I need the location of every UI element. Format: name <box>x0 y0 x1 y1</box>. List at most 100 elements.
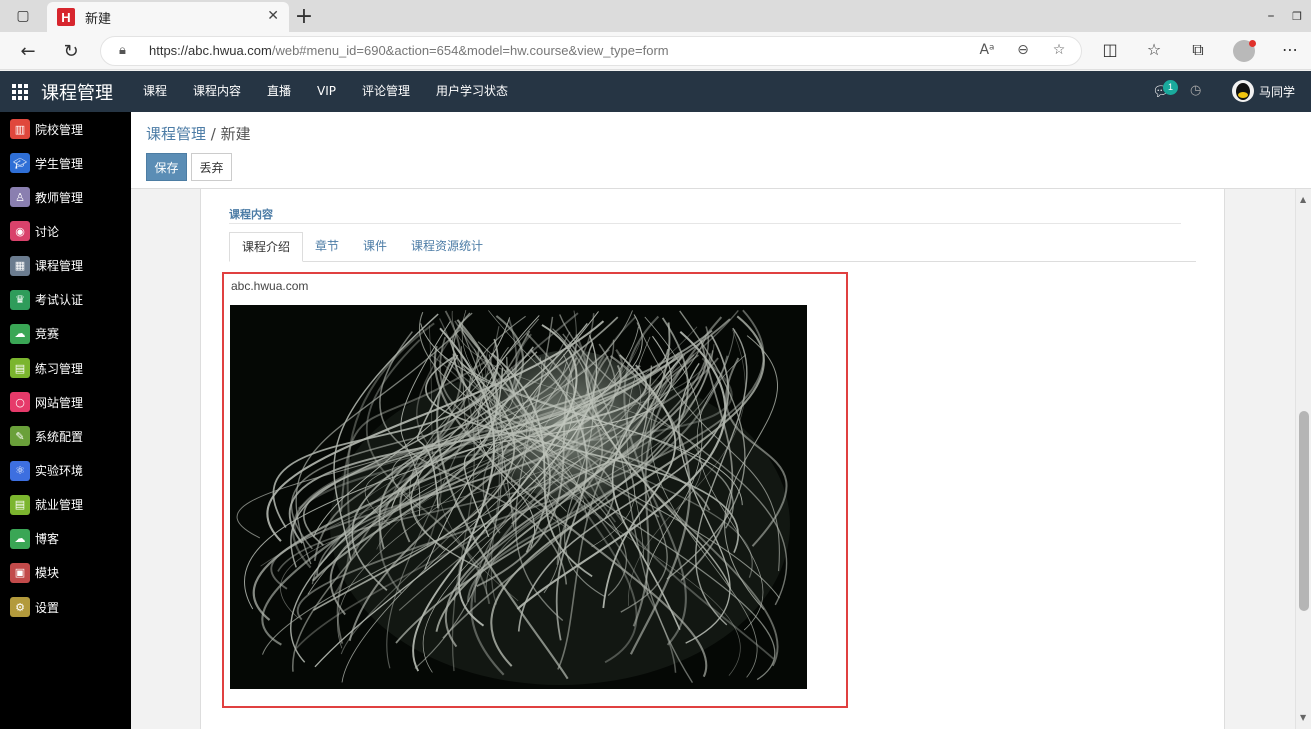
browser-tab[interactable]: H 新建 ✕ <box>47 2 289 32</box>
close-tab-icon[interactable]: ✕ <box>267 8 279 24</box>
sidebar-item[interactable]: ◉ 讨论 <box>0 216 131 246</box>
sidebar-item-label: 网站管理 <box>35 395 84 410</box>
add-favorite-icon[interactable]: ☆ <box>1049 42 1069 58</box>
content-caption: abc.hwua.com <box>231 279 309 293</box>
top-menu-item[interactable]: 直播 <box>254 71 304 112</box>
sidebar-item[interactable]: ⚛ 实验环境 <box>0 456 131 486</box>
breadcrumb-separator: / <box>206 125 221 143</box>
lock-icon[interactable]: 🔒︎ <box>119 43 126 58</box>
sidebar: ▥ 院校管理 🎓︎ 学生管理 ♙ 教师管理 ◉ 讨论 ▦ 课程管理 ♛ 考试认证 ☁ 竞赛 ▤ 练习管理 ○ 网站… <box>0 112 131 729</box>
url-host: https://abc.hwua.com <box>149 43 272 58</box>
save-button[interactable]: 保存 <box>146 153 187 181</box>
sidebar-item-label: 学生管理 <box>35 156 84 171</box>
teacher-icon: ♙ <box>10 187 30 208</box>
sidebar-item[interactable]: ▣ 模块 <box>0 558 131 588</box>
cloud-icon: ☁ <box>10 323 30 344</box>
breadcrumb-current: 新建 <box>220 125 251 143</box>
sidebar-item[interactable]: ▦ 课程管理 <box>0 251 131 281</box>
app-brand[interactable]: 课程管理 <box>41 79 113 105</box>
app-top-nav: 课程管理 课程 课程内容 直播 VIP 评论管理 用户学习状态 💬︎ 1 ◷ 马… <box>0 71 1311 112</box>
refresh-icon[interactable]: ↻ <box>59 39 83 63</box>
sidebar-item[interactable]: ▤ 练习管理 <box>0 353 131 383</box>
top-menu-item[interactable]: 评论管理 <box>349 71 423 112</box>
group-divider <box>229 223 1181 224</box>
top-menu-item[interactable]: 用户学习状态 <box>423 71 521 112</box>
profile-status-dot <box>1249 40 1256 47</box>
browser-tab-strip: ▢ H 新建 ✕ + – ❐ <box>0 0 1311 32</box>
scroll-up-icon[interactable]: ▲ <box>1300 195 1306 204</box>
sidebar-item[interactable]: ♛ 考试认证 <box>0 285 131 315</box>
top-menu: 课程 课程内容 直播 VIP 评论管理 用户学习状态 <box>130 71 521 112</box>
notebook-tabs: 课程介绍 章节 课件 课程资源统计 <box>229 232 1196 262</box>
sidebar-item[interactable]: 🎓︎ 学生管理 <box>0 148 131 178</box>
collections-icon[interactable]: ⧉ <box>1187 40 1209 60</box>
trophy-icon: ♛ <box>10 289 30 310</box>
sidebar-item[interactable]: ▥ 院校管理 <box>0 114 131 144</box>
messages-badge: 1 <box>1163 80 1178 95</box>
favorites-icon[interactable]: ☆ <box>1143 40 1165 59</box>
apps-grid-icon[interactable] <box>12 84 28 100</box>
more-menu-icon[interactable]: ⋯ <box>1279 40 1301 59</box>
sidebar-item[interactable]: ⚙ 设置 <box>0 592 131 622</box>
hair-photo-illustration <box>230 305 807 689</box>
graduation-cap-icon: 🎓︎ <box>10 153 30 174</box>
top-menu-item[interactable]: VIP <box>304 71 349 112</box>
sidebar-item-label: 实验环境 <box>35 464 84 478</box>
restore-window-icon[interactable]: ❐ <box>1287 6 1307 26</box>
notebook-icon: ▤ <box>10 494 30 515</box>
building-icon: ▥ <box>10 119 30 139</box>
scroll-thumb[interactable] <box>1299 411 1309 611</box>
sidebar-item[interactable]: ▤ 就业管理 <box>0 490 131 520</box>
url-text[interactable]: https://abc.hwua.com/web#menu_id=690&act… <box>149 43 669 58</box>
tab-chapters[interactable]: 章节 <box>303 232 351 262</box>
atom-icon: ⚛ <box>10 460 30 481</box>
sidebar-item-label: 设置 <box>35 600 60 615</box>
group-title: 课程内容 <box>229 208 273 221</box>
split-screen-icon[interactable]: ◫ <box>1099 40 1121 59</box>
site-favicon-icon: H <box>57 8 75 26</box>
back-arrow-icon[interactable]: ← <box>16 39 40 63</box>
address-bar[interactable]: 🔒︎ https://abc.hwua.com/web#menu_id=690&… <box>100 36 1082 66</box>
sidebar-item-label: 教师管理 <box>35 190 84 205</box>
sidebar-item[interactable]: ☁ 竞赛 <box>0 319 131 349</box>
gear-icon: ⚙ <box>10 597 30 618</box>
discard-button[interactable]: 丢弃 <box>191 153 232 181</box>
sidebar-item-label: 院校管理 <box>35 122 84 137</box>
sidebar-item-label: 练习管理 <box>35 361 84 376</box>
wrench-icon: ✎ <box>10 426 30 447</box>
tab-course-intro[interactable]: 课程介绍 <box>229 232 304 262</box>
new-tab-icon[interactable]: + <box>292 4 316 29</box>
read-aloud-icon[interactable]: A͏ᵃ <box>977 42 997 58</box>
username[interactable]: 马同学 <box>1259 83 1295 100</box>
minimize-icon[interactable]: – <box>1261 6 1281 26</box>
content-image[interactable] <box>230 305 807 689</box>
page-scrollbar[interactable]: ▲ ▼ <box>1295 189 1311 729</box>
sidebar-item[interactable]: ✎ 系统配置 <box>0 421 131 451</box>
sidebar-item-label: 模块 <box>35 566 60 581</box>
form-view: 课程内容 课程介绍 章节 课件 课程资源统计 abc.hwua.com <box>131 189 1295 729</box>
cubes-icon: ▣ <box>10 562 30 583</box>
top-menu-item[interactable]: 课程内容 <box>180 71 254 112</box>
sidebar-item[interactable]: ☁ 博客 <box>0 524 131 554</box>
sidebar-item-label: 就业管理 <box>35 498 84 513</box>
url-path: /web#menu_id=690&action=654&model=hw.cou… <box>271 43 669 58</box>
breadcrumb-parent[interactable]: 课程管理 <box>146 125 206 143</box>
form-sheet: 课程内容 课程介绍 章节 课件 课程资源统计 abc.hwua.com <box>200 189 1225 729</box>
scroll-down-icon[interactable]: ▼ <box>1300 713 1306 722</box>
sidebar-item-label: 课程管理 <box>35 259 84 274</box>
tab-actions-icon[interactable]: ▢ <box>13 6 33 26</box>
sidebar-item-label: 系统配置 <box>35 429 84 444</box>
user-avatar[interactable] <box>1232 80 1254 102</box>
sidebar-item[interactable]: ○ 网站管理 <box>0 387 131 417</box>
ring-icon: ○ <box>10 392 30 413</box>
control-panel: 课程管理 / 新建 保存 丢弃 <box>131 112 1311 189</box>
activity-clock-icon[interactable]: ◷ <box>1190 83 1201 98</box>
browser-toolbar: ← ↻ 🔒︎ https://abc.hwua.com/web#menu_id=… <box>0 32 1311 70</box>
zoom-out-icon[interactable]: ⊖ <box>1013 42 1033 58</box>
tab-courseware[interactable]: 课件 <box>351 232 399 262</box>
tab-resource-stats[interactable]: 课程资源统计 <box>399 232 495 262</box>
cloud-icon: ☁ <box>10 528 30 549</box>
content-editor-highlight[interactable]: abc.hwua.com <box>222 272 848 708</box>
sidebar-item[interactable]: ♙ 教师管理 <box>0 182 131 212</box>
top-menu-item[interactable]: 课程 <box>130 71 180 112</box>
